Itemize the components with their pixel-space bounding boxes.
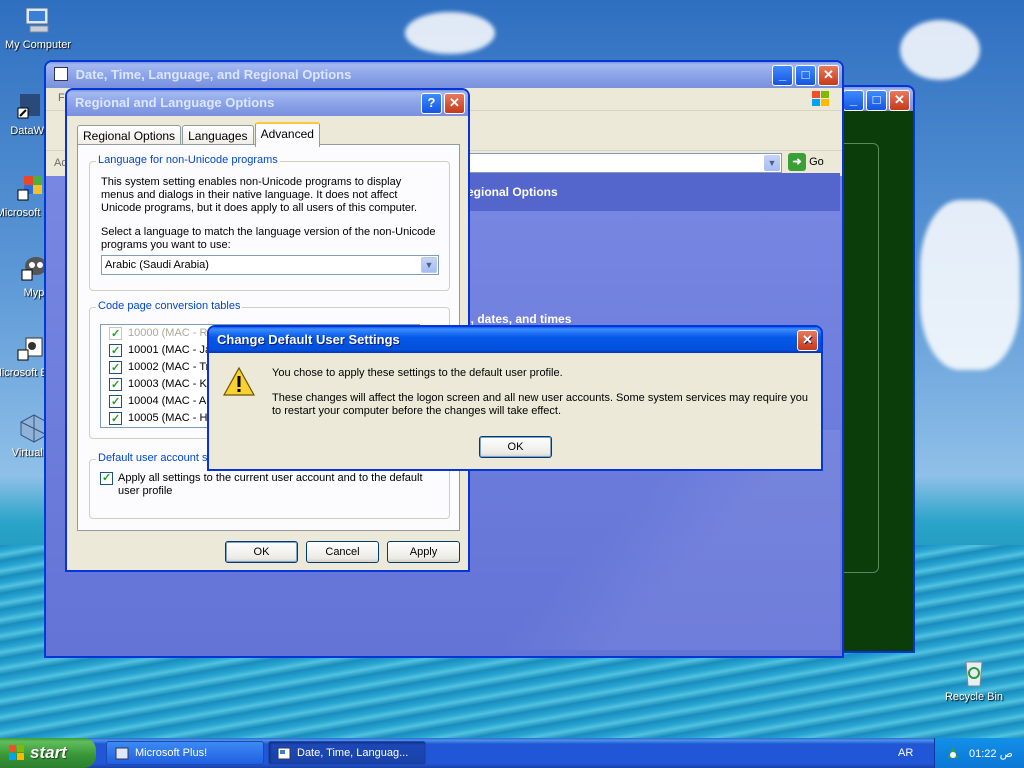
checkbox[interactable] xyxy=(109,394,122,411)
codepage-label: 10002 (MAC - Tra xyxy=(128,361,216,373)
windows-flag-icon xyxy=(9,745,24,760)
group-nonunicode: Language for non-Unicode programs This s… xyxy=(89,154,450,291)
desktop-icon-my-computer[interactable]: My Computer xyxy=(0,4,76,52)
category-header-text: egional Options xyxy=(467,185,558,199)
codepage-label: 10004 (MAC - Ara xyxy=(128,395,217,407)
dialog-title: Regional and Language Options xyxy=(75,95,275,110)
apply-default-user-label[interactable]: Apply all settings to the current user a… xyxy=(118,472,428,498)
visual-basic-icon xyxy=(17,337,43,361)
change-default-user-settings-dialog[interactable]: Change Default User Settings ✕ You chose… xyxy=(208,326,822,470)
checkbox[interactable] xyxy=(109,411,122,427)
windows-logo-icon xyxy=(812,91,829,106)
window-title: Date, Time, Language, and Regional Optio… xyxy=(75,67,352,82)
help-button[interactable]: ? xyxy=(421,93,442,114)
tab-strip: Regional Options Languages Advanced xyxy=(77,122,320,147)
cloud xyxy=(920,200,1020,370)
message-line-1: You chose to apply these settings to the… xyxy=(272,367,563,379)
chevron-down-icon[interactable]: ▼ xyxy=(421,257,437,273)
group-legend: Code page conversion tables xyxy=(96,300,243,312)
close-button[interactable]: ✕ xyxy=(818,65,839,86)
apply-button[interactable]: Apply xyxy=(387,541,460,563)
recycle-bin-icon xyxy=(965,661,983,687)
nonunicode-description: This system setting enables non-Unicode … xyxy=(101,176,418,214)
control-panel-icon xyxy=(277,747,291,760)
language-indicator[interactable]: AR xyxy=(898,747,913,759)
maximize-button[interactable]: □ xyxy=(795,65,816,86)
minimize-button[interactable]: _ xyxy=(772,65,793,86)
green-window-content xyxy=(839,143,879,573)
address-dropdown-button[interactable]: ▼ xyxy=(764,155,780,171)
cloud xyxy=(900,20,980,80)
message-box-titlebar[interactable]: Change Default User Settings ✕ xyxy=(209,327,821,353)
group-legend: Default user account se xyxy=(96,452,216,464)
group-legend: Language for non-Unicode programs xyxy=(96,154,280,166)
apply-default-user-checkbox[interactable] xyxy=(100,471,113,485)
message-box-title: Change Default User Settings xyxy=(217,332,400,347)
background-window-green[interactable]: _ □ ✕ xyxy=(838,86,914,652)
go-button[interactable]: ➜ Go xyxy=(788,153,836,173)
codepage-label: 10001 (MAC - Ja xyxy=(128,344,212,356)
start-button[interactable]: start xyxy=(0,738,96,768)
nonunicode-prompt: Select a language to match the language … xyxy=(101,226,436,251)
tray-app-icon[interactable] xyxy=(945,745,961,761)
language-select-value: Arabic (Saudi Arabia) xyxy=(105,259,209,271)
taskbar-button-datetime[interactable]: Date, Time, Languag... xyxy=(268,741,426,765)
codepage-label: 10000 (MAC - Ro xyxy=(128,327,214,339)
datetime-window-titlebar[interactable]: Date, Time, Language, and Regional Optio… xyxy=(46,62,842,88)
ok-button[interactable]: OK xyxy=(225,541,298,563)
checkbox[interactable] xyxy=(109,377,122,394)
desktop-icon-recycle-bin[interactable]: Recycle Bin xyxy=(936,656,1012,704)
go-label: Go xyxy=(809,156,824,168)
clock[interactable]: ص 01:22 xyxy=(969,747,1013,760)
go-arrow-icon: ➜ xyxy=(788,153,806,171)
control-panel-icon xyxy=(54,67,68,81)
codepage-label: 10003 (MAC - Ko xyxy=(128,378,213,390)
minimize-button[interactable]: _ xyxy=(843,90,864,111)
checkbox[interactable] xyxy=(109,360,122,377)
desktop-icon-label: My Computer xyxy=(4,39,72,51)
start-label: start xyxy=(30,743,67,762)
maximize-button[interactable]: □ xyxy=(866,90,887,111)
close-button[interactable]: ✕ xyxy=(444,93,465,114)
address-input[interactable]: ▼ xyxy=(462,153,782,173)
taskbar-button-label: Microsoft Plus! xyxy=(135,747,208,759)
desktop-icon-label: Recycle Bin xyxy=(944,691,1004,703)
checkbox[interactable] xyxy=(109,326,122,343)
checkbox[interactable] xyxy=(109,343,122,360)
taskbar-button-microsoft-plus[interactable]: Microsoft Plus! xyxy=(106,741,264,765)
close-button[interactable]: ✕ xyxy=(889,90,910,111)
tab-advanced[interactable]: Advanced xyxy=(254,122,320,147)
taskbar-button-label: Date, Time, Languag... xyxy=(297,747,409,759)
task-link-dates-times[interactable]: s, dates, and times xyxy=(464,312,571,326)
computer-icon xyxy=(25,7,49,33)
message-line-2: These changes will affect the logon scre… xyxy=(272,392,809,417)
regional-dialog-titlebar[interactable]: Regional and Language Options ? ✕ xyxy=(67,90,468,116)
system-tray: ص 01:22 xyxy=(934,738,1024,768)
background-window-titlebar[interactable]: _ □ ✕ xyxy=(839,87,913,111)
close-button[interactable]: ✕ xyxy=(797,330,818,351)
cancel-button[interactable]: Cancel xyxy=(306,541,379,563)
message-ok-button[interactable]: OK xyxy=(479,436,552,458)
language-select[interactable]: Arabic (Saudi Arabia) ▼ xyxy=(101,255,439,275)
app-icon xyxy=(115,747,129,760)
cloud xyxy=(405,12,495,54)
taskbar: start Microsoft Plus! Date, Time, Langua… xyxy=(0,738,1024,768)
warning-icon xyxy=(223,366,255,396)
shortcut-app-icon xyxy=(17,94,40,119)
codepage-label: 10005 (MAC - He xyxy=(128,412,214,424)
visual-cpp-icon xyxy=(17,176,42,201)
